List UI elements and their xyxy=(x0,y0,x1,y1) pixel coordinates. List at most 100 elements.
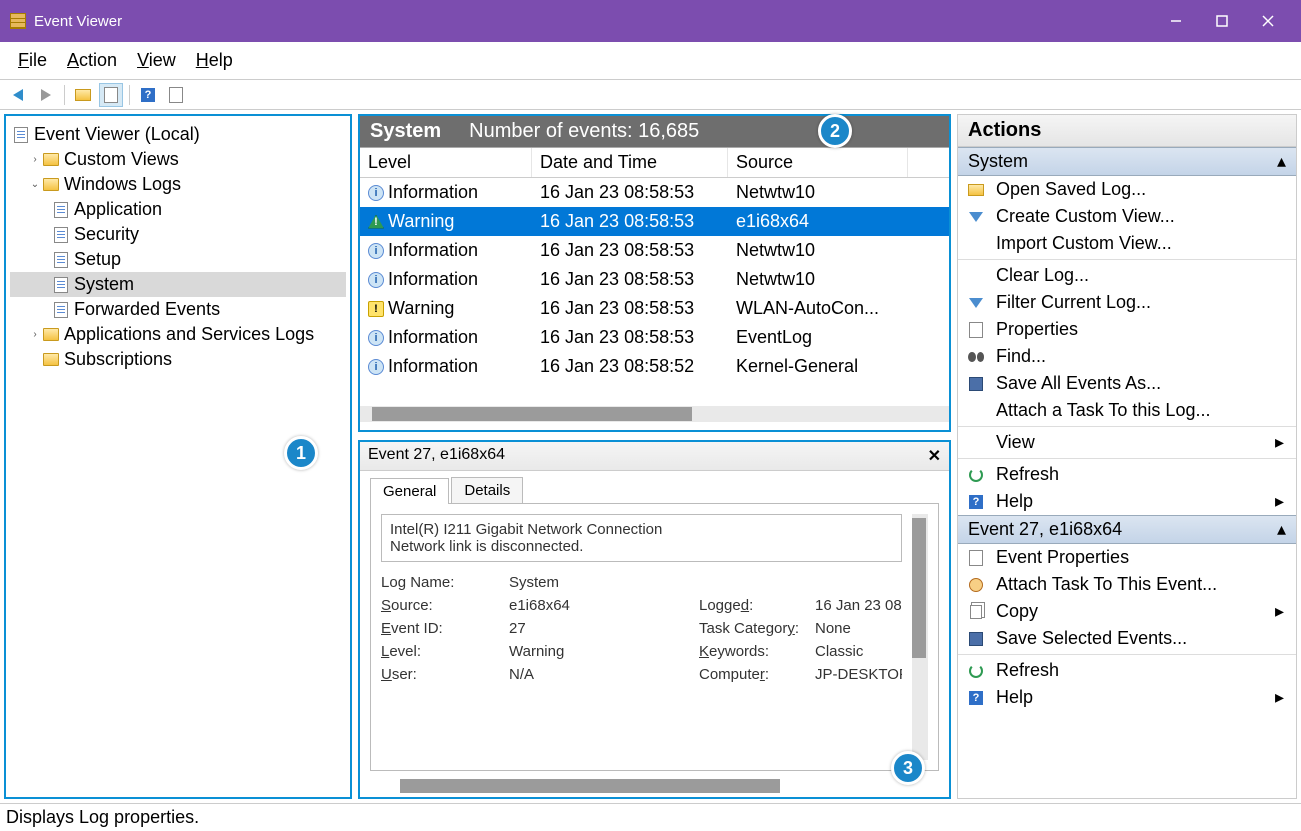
tree-setup[interactable]: Setup xyxy=(10,247,346,272)
action-copy[interactable]: Copy▸ xyxy=(958,598,1296,625)
action-create-custom-view[interactable]: Create Custom View... xyxy=(958,203,1296,230)
save-icon xyxy=(969,377,983,391)
tree-root-label: Event Viewer (Local) xyxy=(34,124,200,145)
forward-button[interactable] xyxy=(34,83,58,107)
tree-label: Forwarded Events xyxy=(74,299,220,320)
callout-3: 3 xyxy=(891,751,925,785)
tree-label: Setup xyxy=(74,249,121,270)
events-panel: System Number of events: 16,685 2 Level … xyxy=(358,114,951,432)
info-icon: i xyxy=(368,243,384,259)
tab-details[interactable]: Details xyxy=(451,477,523,503)
action-view-submenu[interactable]: View▸ xyxy=(958,429,1296,456)
event-row[interactable]: iInformation16 Jan 23 08:58:52Kernel-Gen… xyxy=(360,352,949,381)
detail-panel: Event 27, e1i68x64 ✕ General Details Int… xyxy=(358,440,951,799)
minimize-button[interactable] xyxy=(1153,0,1199,42)
task-icon xyxy=(969,578,983,592)
events-hscrollbar[interactable] xyxy=(360,406,949,422)
tree-custom-views[interactable]: ›Custom Views xyxy=(10,147,346,172)
action-save-all-events[interactable]: Save All Events As... xyxy=(958,370,1296,397)
preview-toolbar-button[interactable] xyxy=(164,83,188,107)
event-row[interactable]: Warning16 Jan 23 08:58:53WLAN-AutoCon... xyxy=(360,294,949,323)
value-task-cat: None xyxy=(815,620,902,637)
action-find[interactable]: Find... xyxy=(958,343,1296,370)
action-save-selected[interactable]: Save Selected Events... xyxy=(958,625,1296,652)
column-source[interactable]: Source xyxy=(728,148,908,177)
properties-toolbar-button[interactable] xyxy=(99,83,123,107)
menubar: File Action View Help xyxy=(0,42,1301,80)
tree-application[interactable]: Application xyxy=(10,197,346,222)
event-level: Warning xyxy=(388,298,454,319)
menu-file[interactable]: File xyxy=(8,46,57,75)
event-row[interactable]: Warning16 Jan 23 08:58:53e1i68x64 xyxy=(360,207,949,236)
value-user: N/A xyxy=(509,666,699,683)
action-help[interactable]: ?Help▸ xyxy=(958,488,1296,515)
event-level: Information xyxy=(388,269,478,290)
action-properties[interactable]: Properties xyxy=(958,316,1296,343)
event-datetime: 16 Jan 23 08:58:53 xyxy=(532,267,728,292)
events-title-bar: System Number of events: 16,685 xyxy=(360,116,949,147)
events-count: Number of events: 16,685 xyxy=(469,120,699,143)
action-open-saved-log[interactable]: Open Saved Log... xyxy=(958,176,1296,203)
tree-security[interactable]: Security xyxy=(10,222,346,247)
save-icon xyxy=(969,632,983,646)
event-datetime: 16 Jan 23 08:58:53 xyxy=(532,325,728,350)
detail-vscrollbar[interactable] xyxy=(912,514,928,760)
properties-icon xyxy=(969,322,983,338)
action-help-2[interactable]: ?Help▸ xyxy=(958,684,1296,711)
app-icon xyxy=(10,13,26,29)
label-task-cat: Task Category: xyxy=(699,620,815,637)
event-source: WLAN-AutoCon... xyxy=(728,296,908,321)
close-button[interactable] xyxy=(1245,0,1291,42)
menu-view[interactable]: View xyxy=(127,46,186,75)
back-button[interactable] xyxy=(6,83,30,107)
tree-label: Applications and Services Logs xyxy=(64,324,314,345)
event-row[interactable]: iInformation16 Jan 23 08:58:53Netwtw10 xyxy=(360,178,949,207)
action-filter-log[interactable]: Filter Current Log... xyxy=(958,289,1296,316)
column-level[interactable]: Level xyxy=(360,148,532,177)
tree-subscriptions[interactable]: Subscriptions xyxy=(10,347,346,372)
help-toolbar-button[interactable]: ? xyxy=(136,83,160,107)
actions-group-event[interactable]: Event 27, e1i68x64▴ xyxy=(958,515,1296,544)
event-message-line: Intel(R) I211 Gigabit Network Connection xyxy=(390,521,893,538)
value-keywords: Classic xyxy=(815,643,902,660)
events-body[interactable]: iInformation16 Jan 23 08:58:53Netwtw10Wa… xyxy=(360,178,949,406)
tree-system[interactable]: System xyxy=(10,272,346,297)
tree-apps-services[interactable]: ›Applications and Services Logs xyxy=(10,322,346,347)
action-event-properties[interactable]: Event Properties xyxy=(958,544,1296,571)
event-row[interactable]: iInformation16 Jan 23 08:58:53Netwtw10 xyxy=(360,265,949,294)
action-refresh-2[interactable]: Refresh xyxy=(958,657,1296,684)
action-import-custom-view[interactable]: Import Custom View... xyxy=(958,230,1296,257)
submenu-arrow-icon: ▸ xyxy=(1275,491,1284,512)
tree-root[interactable]: Event Viewer (Local) xyxy=(10,122,346,147)
event-row[interactable]: iInformation16 Jan 23 08:58:53Netwtw10 xyxy=(360,236,949,265)
menu-help[interactable]: Help xyxy=(186,46,243,75)
action-attach-task-event[interactable]: Attach Task To This Event... xyxy=(958,571,1296,598)
action-attach-task-log[interactable]: Attach a Task To this Log... xyxy=(958,397,1296,424)
detail-hscrollbar[interactable] xyxy=(400,779,780,793)
value-source: e1i68x64 xyxy=(509,597,699,614)
maximize-button[interactable] xyxy=(1199,0,1245,42)
column-datetime[interactable]: Date and Time xyxy=(532,148,728,177)
properties-icon xyxy=(969,550,983,566)
actions-group-system[interactable]: System▴ xyxy=(958,147,1296,176)
label-source: Source: xyxy=(381,597,509,614)
value-logged: 16 Jan 23 08 xyxy=(815,597,902,614)
tree-forwarded[interactable]: Forwarded Events xyxy=(10,297,346,322)
show-tree-button[interactable] xyxy=(71,83,95,107)
event-row[interactable]: iInformation16 Jan 23 08:58:53EventLog xyxy=(360,323,949,352)
statusbar: Displays Log properties. xyxy=(0,803,1301,831)
action-clear-log[interactable]: Clear Log... xyxy=(958,262,1296,289)
event-level: Information xyxy=(388,327,478,348)
tree-windows-logs[interactable]: ⌄Windows Logs xyxy=(10,172,346,197)
action-refresh[interactable]: Refresh xyxy=(958,461,1296,488)
detail-close-button[interactable]: ✕ xyxy=(928,446,941,466)
label-event-id: Event ID: xyxy=(381,620,509,637)
menu-action[interactable]: Action xyxy=(57,46,127,75)
actions-panel: Actions System▴ Open Saved Log... Create… xyxy=(957,114,1297,799)
funnel-icon xyxy=(969,298,983,308)
submenu-arrow-icon: ▸ xyxy=(1275,601,1284,622)
tab-general[interactable]: General xyxy=(370,478,449,504)
events-log-name: System xyxy=(370,120,441,143)
tree-label: Application xyxy=(74,199,162,220)
event-source: Netwtw10 xyxy=(728,238,908,263)
